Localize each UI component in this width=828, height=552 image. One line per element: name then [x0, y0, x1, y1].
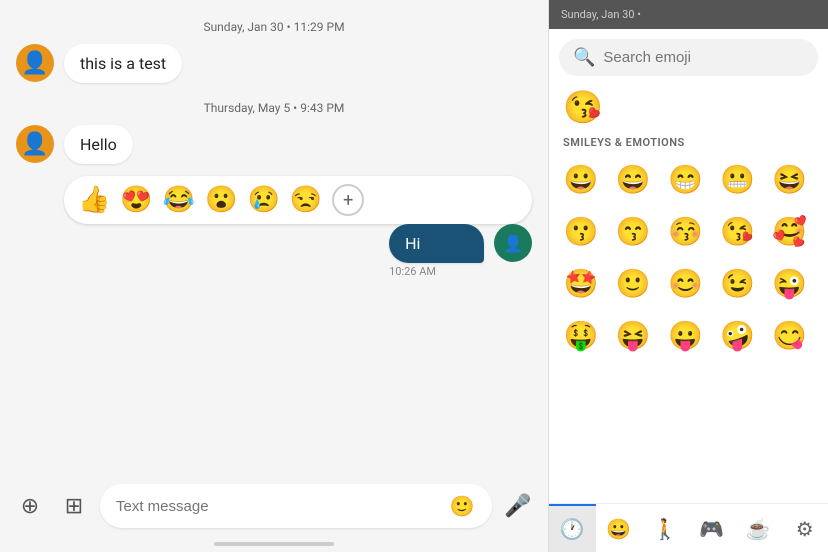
- avatar-self: 👤: [494, 224, 532, 262]
- text-input-wrapper: 🙂: [100, 484, 492, 528]
- reaction-expressionless[interactable]: 😒: [290, 185, 322, 215]
- emoji-cell[interactable]: 😝: [611, 313, 655, 357]
- add-icon: ⊕: [21, 493, 39, 519]
- emoji-cell[interactable]: 😛: [663, 313, 707, 357]
- activities-icon: 🎮: [699, 517, 724, 541]
- emoji-cell[interactable]: 🤑: [559, 313, 603, 357]
- message-row-3: 👤 Hi 10:26 AM: [16, 224, 532, 278]
- emoji-tab-smileys[interactable]: 😀: [596, 504, 643, 552]
- avatar-icon-2: 👤: [21, 132, 48, 157]
- bottom-bar: [214, 542, 334, 546]
- bubble-2: Hello: [64, 125, 133, 164]
- emoji-tab-activities[interactable]: 🎮: [689, 504, 736, 552]
- emoji-icon: 🙂: [450, 494, 475, 519]
- emoji-search-bar: 🔍: [559, 39, 818, 76]
- input-bar: ⊕ ⊞ 🙂 🎤: [0, 476, 548, 536]
- emoji-grid-row1: 😀 😄 😁 😬 😆: [549, 153, 828, 205]
- avatar-icon-1: 👤: [21, 51, 48, 76]
- emoji-cell[interactable]: 😜: [768, 261, 812, 305]
- add-reaction-icon: +: [343, 190, 353, 211]
- bubble-1: this is a test: [64, 44, 182, 83]
- mic-button[interactable]: 🎤: [500, 488, 536, 524]
- smileys-icon: 😀: [606, 517, 631, 541]
- objects-icon: ☕: [746, 517, 771, 541]
- emoji-search-input[interactable]: [603, 49, 804, 66]
- date-divider-2: Thursday, May 5 • 9:43 PM: [16, 101, 532, 115]
- message-row-1: 👤 this is a test: [16, 44, 532, 83]
- reaction-surprised[interactable]: 😮: [205, 185, 237, 215]
- emoji-cell[interactable]: 😚: [663, 209, 707, 253]
- chat-panel: Sunday, Jan 30 • 11:29 PM 👤 this is a te…: [0, 0, 548, 552]
- message-row-2: 👤 Hello: [16, 125, 532, 164]
- emoji-grid-row4: 🤑 😝 😛 🤪 😋: [549, 309, 828, 361]
- attach-icon: ⊞: [65, 493, 83, 519]
- avatar-self-icon: 👤: [503, 234, 523, 253]
- symbols-icon: ⚙: [796, 517, 814, 541]
- avatar-1: 👤: [16, 44, 54, 82]
- date-divider-1: Sunday, Jan 30 • 11:29 PM: [16, 20, 532, 34]
- emoji-section-label: SMILEYS & EMOTIONS: [549, 132, 828, 153]
- emoji-cell[interactable]: 😉: [716, 261, 760, 305]
- emoji-cell[interactable]: 😬: [716, 157, 760, 201]
- emoji-header-date: Sunday, Jan 30 •: [561, 8, 641, 21]
- add-button[interactable]: ⊕: [12, 488, 48, 524]
- emoji-reactions-bar: 👍 😍 😂 😮 😢 😒 +: [64, 176, 532, 224]
- emoji-panel-header: Sunday, Jan 30 •: [549, 0, 828, 29]
- emoji-grid-row2: 😗 😙 😚 😘 🥰: [549, 205, 828, 257]
- emoji-cell[interactable]: 😁: [663, 157, 707, 201]
- emoji-tab-recent[interactable]: 🕐: [549, 504, 596, 552]
- emoji-panel: Sunday, Jan 30 • 🔍 😘 SMILEYS & EMOTIONS …: [548, 0, 828, 552]
- emoji-cell[interactable]: 😘: [716, 209, 760, 253]
- emoji-tab-people[interactable]: 🚶: [642, 504, 689, 552]
- attach-button[interactable]: ⊞: [56, 488, 92, 524]
- emoji-tabs: 🕐 😀 🚶 🎮 ☕ ⚙: [549, 503, 828, 552]
- emoji-cell[interactable]: 🙂: [611, 261, 655, 305]
- message-time-3: 10:26 AM: [389, 265, 436, 278]
- search-icon: 🔍: [573, 47, 595, 68]
- reaction-heart-eyes[interactable]: 😍: [120, 185, 152, 215]
- reaction-laughing[interactable]: 😂: [163, 185, 195, 215]
- people-icon: 🚶: [653, 517, 678, 541]
- emoji-cell[interactable]: 🥰: [768, 209, 812, 253]
- emoji-cell[interactable]: 😆: [768, 157, 812, 201]
- reaction-thumbsup[interactable]: 👍: [78, 185, 110, 215]
- messages-area: Sunday, Jan 30 • 11:29 PM 👤 this is a te…: [0, 0, 548, 476]
- emoji-featured[interactable]: 😘: [549, 82, 828, 132]
- emoji-cell[interactable]: 😀: [559, 157, 603, 201]
- emoji-cell[interactable]: 😄: [611, 157, 655, 201]
- emoji-cell[interactable]: 😗: [559, 209, 603, 253]
- mic-icon: 🎤: [504, 493, 531, 519]
- emoji-tab-symbols[interactable]: ⚙: [782, 504, 828, 552]
- avatar-2: 👤: [16, 125, 54, 163]
- emoji-cell[interactable]: 🤪: [716, 313, 760, 357]
- recent-icon: 🕐: [560, 517, 585, 541]
- emoji-button[interactable]: 🙂: [448, 492, 476, 520]
- emoji-grid-row3: 🤩 🙂 😊 😉 😜: [549, 257, 828, 309]
- emoji-cell[interactable]: 😋: [768, 313, 812, 357]
- emoji-cell[interactable]: 🤩: [559, 261, 603, 305]
- reaction-crying[interactable]: 😢: [248, 185, 280, 215]
- message-input[interactable]: [116, 498, 440, 515]
- emoji-tab-objects[interactable]: ☕: [735, 504, 782, 552]
- emoji-cell[interactable]: 😊: [663, 261, 707, 305]
- add-reaction-button[interactable]: +: [332, 184, 364, 216]
- emoji-cell[interactable]: 😙: [611, 209, 655, 253]
- bubble-3: Hi: [389, 224, 484, 263]
